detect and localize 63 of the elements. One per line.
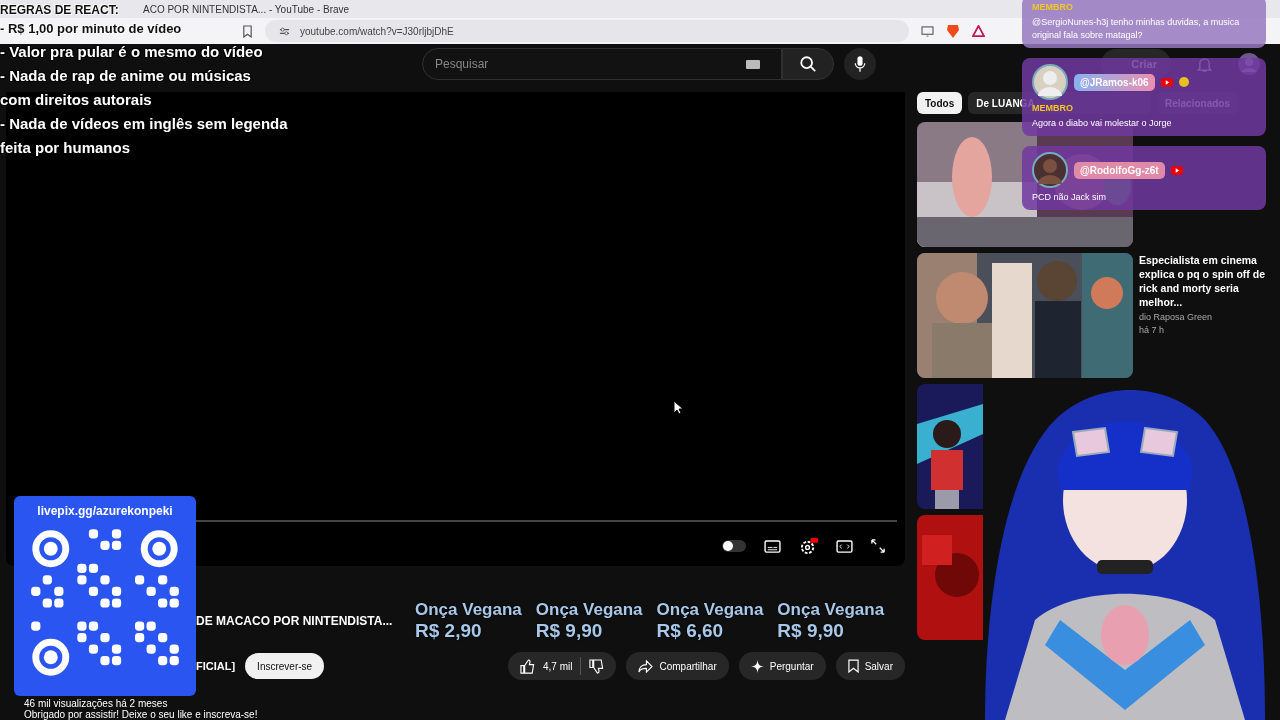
rules-line: feita por humanos [0,138,130,158]
youtube-play-icon [1170,165,1183,175]
settings-icon[interactable] [799,537,818,555]
subscribe-button[interactable]: Inscrever-se [245,653,325,679]
video-title: DE MACACO POR NINTENDISTA... [196,614,393,628]
search-button[interactable] [782,48,834,80]
username-tag: @RodolfoGg-z6t [1074,161,1165,179]
user-avatar-icon [1032,152,1068,188]
action-button[interactable]: Compartilhar [626,652,729,680]
search-field[interactable]: Pesquisar [422,48,782,80]
site-settings-icon[interactable] [279,25,290,37]
member-badge-icon [1178,77,1189,87]
filter-chip[interactable]: Todos [917,92,963,114]
product-price: R$ 6,60 [656,620,725,642]
video-description: Obrigado por assistir! Deixe o seu like e inscreva-se! [24,709,258,720]
rules-line: - Nada de vídeos em inglês sem legenda [0,114,288,134]
view-count: 46 mil visualizações há 2 meses [24,698,168,709]
video-title[interactable]: Especialista em cinema explica o pq o spin off de rick and morty seria melhor... [1139,253,1268,309]
cast-icon[interactable] [921,25,934,37]
rules-line: - Nada de rap de anime ou músicas [0,66,251,86]
action-button[interactable]: Perguntar [738,652,826,680]
product-name: Onça Vegana [535,600,643,620]
mouse-cursor-icon [673,400,683,415]
window-title: ACO POR NINTENDISTA... - YouTube - Brave [143,3,350,15]
user-avatar-icon [1032,64,1068,100]
captions-icon[interactable] [764,539,781,553]
chat-message-text: @SergioNunes-h3j tenho minhas duvidas, a musica original fala sobre matagal? [1032,16,1241,42]
product-name: Onça Vegana [656,600,764,620]
member-label: MEMBRO [1032,2,1074,13]
rules-line: com direitos autorais [0,90,152,110]
microphone-icon [854,55,866,73]
shield-icon[interactable] [946,23,960,39]
bookmark-icon [847,659,859,673]
rules-title: REGRAS DE REACT: [0,2,119,18]
address-bar[interactable]: youtube.com/watch?v=J30rljbjDhE [265,20,909,42]
bookmark-icon[interactable] [242,24,253,38]
autoplay-toggle-icon[interactable] [722,540,746,552]
product-name: Onça Vegana [777,600,885,620]
thumbs-down-icon[interactable] [589,658,605,674]
search-icon [799,55,817,73]
donation-link[interactable]: livepix.gg/azurekonpeki [37,504,173,518]
product-name: Onça Vegana [415,600,522,620]
fullscreen-icon[interactable] [871,539,885,553]
channel-name[interactable]: FICIAL] [196,660,236,672]
video-meta: há 7 h [1139,325,1166,335]
rules-line: - Valor pra pular é o mesmo do vídeo [0,42,263,62]
microphone-button[interactable] [844,48,876,80]
share-arrow-icon [638,659,654,673]
theater-mode-icon[interactable] [836,539,853,553]
triangle-icon[interactable] [972,25,985,37]
product-price: R$ 2,90 [415,620,483,642]
chat-message-text: PCD não Jack sim [1032,191,1108,204]
product-price: R$ 9,90 [777,620,845,642]
chat-message-text: Agora o diabo vai molestar o Jorge [1032,117,1173,130]
username-tag: @JRamos-k06 [1074,73,1155,91]
rules-line: - R$ 1,00 por minuto de vídeo [0,20,182,38]
youtube-play-icon [1160,77,1173,87]
like-dislike-control[interactable]: 4,7 mil [508,652,617,680]
product-price: R$ 9,90 [535,620,604,642]
action-button[interactable]: Salvar [835,652,905,680]
thumbs-up-icon[interactable] [520,658,535,674]
channel-name: dio Raposa Green [1139,312,1214,322]
sparkle-icon [750,659,764,673]
